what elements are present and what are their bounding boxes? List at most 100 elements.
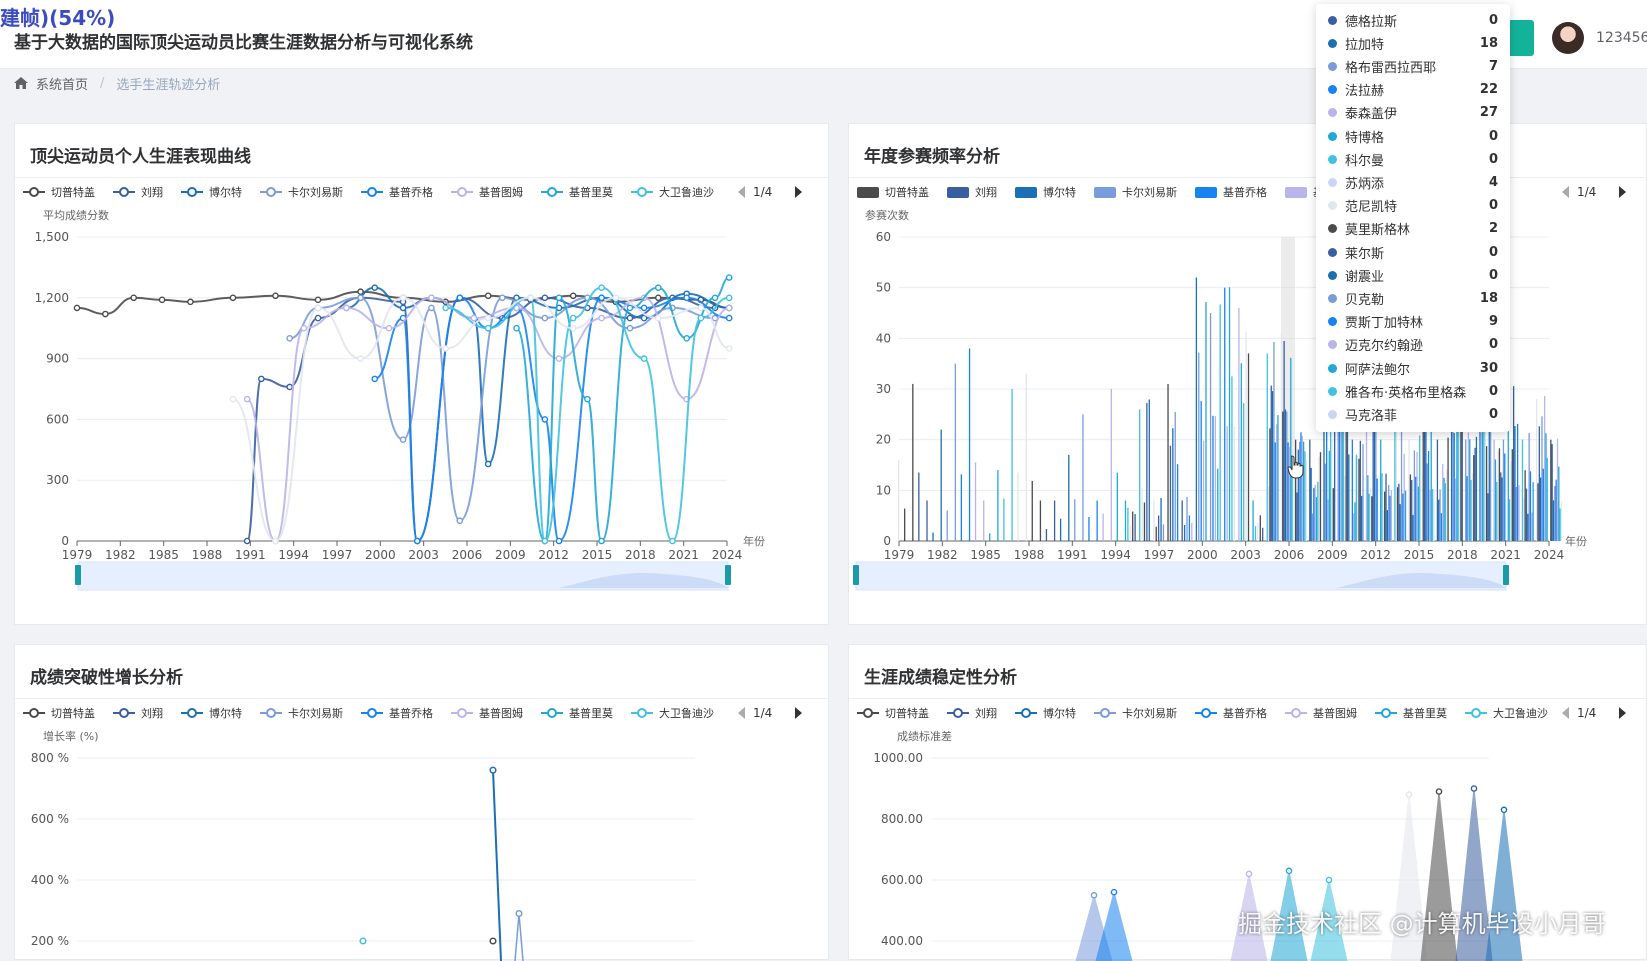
tooltip-row: 德格拉斯0 [1328,8,1498,32]
legend-item[interactable]: 基普图姆 [451,706,523,720]
legend-item[interactable]: 博尔特 [181,706,242,720]
tooltip-name: 范尼凯特 [1345,196,1489,215]
series-line [493,770,501,961]
bar [1215,416,1216,541]
legend-item[interactable]: 基普里莫 [541,185,613,199]
bar [1441,513,1442,541]
tooltip-value: 18 [1480,36,1498,51]
data-point [1471,786,1476,791]
x-tick-label: 1994 [1100,548,1131,562]
legend-item[interactable]: 卡尔刘易斯 [1094,186,1177,199]
bar [1496,482,1497,541]
legend-item[interactable]: 博尔特 [1015,185,1076,199]
y-tick-label: 600 [46,412,69,426]
annual-frequency-card: 年度参赛频率分析 切普特盖刘翔博尔特卡尔刘易斯基普乔格基1/4010203040… [848,123,1647,625]
datazoom-handle-right[interactable] [725,565,731,585]
bar [983,500,984,541]
datazoom-handle-left[interactable] [853,565,859,585]
data-point [230,397,235,402]
y-tick-label: 1000.00 [873,751,923,765]
legend-item[interactable]: 大卫鲁迪沙 [631,185,714,199]
data-point [542,295,547,300]
data-point [599,285,604,290]
bar [1389,496,1390,541]
legend-item[interactable]: 基普里莫 [541,706,613,720]
breadcrumb-home-link[interactable]: 系统首页 [36,74,88,93]
legend-item[interactable]: 刘翔 [113,185,163,199]
bar [1339,425,1340,541]
legend-marker [1382,709,1390,717]
bar [1283,341,1284,541]
bar [1313,488,1314,541]
legend-item[interactable]: 刘翔 [947,185,997,199]
legend-item[interactable]: 基普图姆 [451,185,523,199]
username[interactable]: 123456 [1596,30,1647,46]
breakthrough-growth-chart[interactable]: 切普特盖刘翔博尔特卡尔刘易斯基普乔格基普图姆基普里莫大卫鲁迪沙1/4200 %4… [15,645,830,961]
legend-item[interactable]: 卡尔刘易斯 [1094,707,1177,720]
legend-item[interactable]: 卡尔刘易斯 [260,707,343,720]
legend-prev-icon[interactable] [1562,186,1569,198]
bar [1333,488,1334,541]
legend-item[interactable]: 基普乔格 [361,185,433,199]
legend-next-icon[interactable] [795,707,802,719]
bar [1088,517,1089,541]
y-axis-label: 参赛次数 [865,208,909,222]
career-performance-chart[interactable]: 切普特盖刘翔博尔特卡尔刘易斯基普乔格基普图姆基普里莫大卫鲁迪沙1/4030060… [15,124,830,626]
y-tick-label: 200 % [31,934,69,948]
bar [1446,469,1447,541]
datazoom-handle-left[interactable] [75,565,81,585]
bar [1175,412,1176,541]
legend-next-icon[interactable] [1619,186,1626,198]
legend-prev-icon[interactable] [738,186,745,198]
legend-item[interactable]: 基普乔格 [1195,706,1267,720]
legend-item[interactable]: 切普特盖 [23,185,95,199]
x-tick-label: 2021 [1490,548,1521,562]
bar [997,470,998,541]
legend-item[interactable]: 大卫鲁迪沙 [1465,706,1548,720]
legend-item[interactable]: 基普乔格 [1195,185,1267,199]
legend-marker [1472,709,1480,717]
legend-item[interactable]: 刘翔 [947,706,997,720]
bar [1560,508,1561,541]
data-point [727,315,732,320]
legend-item[interactable]: 切普特盖 [857,706,929,720]
data-point [712,295,717,300]
bar [1231,376,1232,541]
bar [961,474,962,541]
legend-page: 1/4 [1577,706,1596,720]
legend-prev-icon[interactable] [738,707,745,719]
y-tick-label: 600.00 [881,873,923,887]
legend-item[interactable]: 切普特盖 [857,185,929,199]
bar [1269,428,1270,541]
annual-frequency-chart[interactable]: 切普特盖刘翔博尔特卡尔刘易斯基普乔格基1/40102030405060参赛次数1… [849,124,1647,626]
bar [1415,477,1416,541]
legend-swatch [1285,187,1307,198]
legend-next-icon[interactable] [1619,707,1626,719]
bar [1547,458,1548,541]
legend-item[interactable]: 基普图姆 [1285,706,1357,720]
legend-item[interactable]: 切普特盖 [23,706,95,720]
legend-item[interactable]: 卡尔刘易斯 [260,186,343,199]
bar [1316,497,1317,541]
legend-prev-icon[interactable] [1562,707,1569,719]
legend-item[interactable]: 博尔特 [181,185,242,199]
bar [1445,483,1446,541]
legend-item[interactable]: 博尔特 [1015,706,1076,720]
data-point [656,295,661,300]
bar [1281,333,1282,541]
legend-next-icon[interactable] [795,186,802,198]
avatar[interactable] [1552,22,1584,54]
legend-item[interactable]: 基普里莫 [1375,706,1447,720]
tooltip-row: 雅各布·英格布里格森0 [1328,379,1498,403]
datazoom-handle-right[interactable] [1503,565,1509,585]
legend-item[interactable]: 基普乔格 [361,706,433,720]
legend-item[interactable]: 大卫鲁迪沙 [631,706,714,720]
bar [1466,476,1467,541]
legend-item[interactable]: 刘翔 [113,706,163,720]
data-point [1286,868,1291,873]
bar [1387,510,1388,541]
bar [1203,441,1204,541]
data-point [344,305,349,310]
bar [1443,478,1444,541]
bar [1497,451,1498,541]
